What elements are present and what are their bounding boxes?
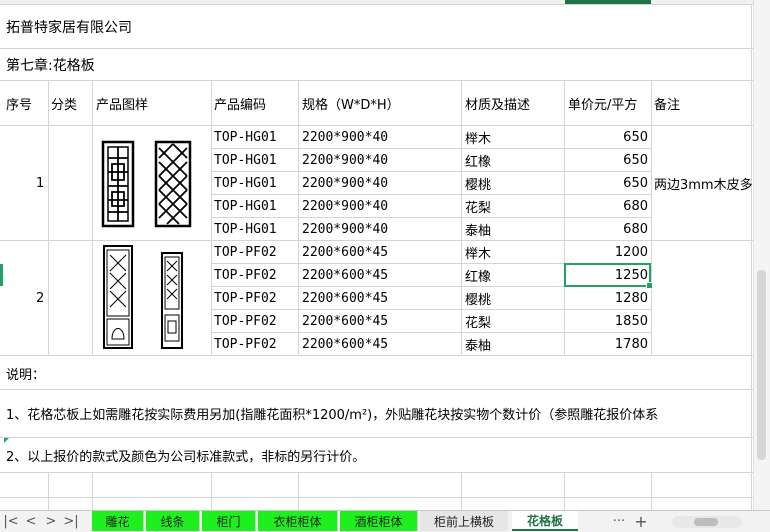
spec-cell[interactable]: 2200*900*40 xyxy=(302,195,388,217)
selected-cell[interactable] xyxy=(564,263,653,289)
code-cell[interactable]: TOP-HG01 xyxy=(214,126,277,148)
code-cell[interactable]: TOP-HG01 xyxy=(214,172,277,194)
spec-cell[interactable]: 2200*600*45 xyxy=(302,333,388,355)
price-cell[interactable]: 680 xyxy=(564,195,648,217)
fill-handle[interactable] xyxy=(646,282,653,289)
notes-title: 说明： xyxy=(6,367,46,383)
header-note: 备注 xyxy=(654,97,681,113)
header-price: 单价元/平方 xyxy=(568,97,638,113)
price-cell[interactable]: 1280 xyxy=(564,287,648,309)
more-sheets-button[interactable]: ··· xyxy=(608,511,630,532)
material-cell[interactable]: 花梨 xyxy=(465,195,491,217)
active-row-marker xyxy=(0,264,3,286)
chevron-left-icon: < xyxy=(25,514,37,529)
vertical-scrollbar[interactable] xyxy=(753,0,770,510)
group-seq-1: 1 xyxy=(36,175,45,191)
last-sheet-icon: >| xyxy=(63,514,79,529)
spec-cell[interactable]: 2200*900*40 xyxy=(302,149,388,171)
first-sheet-icon: |< xyxy=(3,514,19,529)
material-cell[interactable]: 泰柚 xyxy=(465,333,491,355)
code-cell[interactable]: TOP-HG01 xyxy=(214,149,277,171)
spec-cell[interactable]: 2200*600*45 xyxy=(302,310,388,332)
header-seq: 序号 xyxy=(6,97,33,113)
material-cell[interactable]: 红橡 xyxy=(465,264,491,286)
next-sheet-button[interactable]: > xyxy=(40,511,62,532)
header-image: 产品图样 xyxy=(96,97,149,113)
notes-line-1: 1、花格芯板上如需雕花按实际费用另加(指雕花面积*1200/m²)，外贴雕花块按… xyxy=(6,408,659,423)
material-cell[interactable]: 榉木 xyxy=(465,241,491,263)
lattice-panel-image-1 xyxy=(101,140,192,228)
group-note-1: 两边3mm木皮多 xyxy=(654,178,753,193)
header-code: 产品编码 xyxy=(214,97,267,113)
sheet-tab[interactable]: 衣柜柜体 xyxy=(258,511,338,531)
sheet-tab[interactable]: 花格板 xyxy=(512,511,578,531)
company-name: 拓普特家居有限公司 xyxy=(6,20,132,36)
horizontal-scrollbar[interactable] xyxy=(672,516,742,528)
sheet-tab[interactable]: 柜门 xyxy=(202,511,256,531)
sheet-tab-bar: |< < > >| 雕花 线条 柜门 衣柜柜体 酒柜柜体 柜前上横板 花格板 ··· + xyxy=(0,510,770,532)
more-icon: ··· xyxy=(612,514,626,529)
price-cell[interactable]: 1200 xyxy=(564,241,648,263)
price-cell[interactable]: 1850 xyxy=(564,310,648,332)
sheet-tab[interactable]: 柜前上横板 xyxy=(420,511,508,531)
price-cell[interactable]: 680 xyxy=(564,218,648,240)
plus-icon: + xyxy=(634,512,648,531)
spreadsheet-grid[interactable]: 拓普特家居有限公司 第七章:花格板 序号 分类 产品图样 产品编码 规格（W*D… xyxy=(0,0,770,510)
sheet-tab[interactable]: 酒柜柜体 xyxy=(340,511,418,531)
code-cell[interactable]: TOP-PF02 xyxy=(214,241,277,263)
price-cell[interactable]: 650 xyxy=(564,126,648,148)
material-cell[interactable]: 樱桃 xyxy=(465,172,491,194)
material-cell[interactable]: 泰柚 xyxy=(465,218,491,240)
code-cell[interactable]: TOP-HG01 xyxy=(214,195,277,217)
spec-cell[interactable]: 2200*900*40 xyxy=(302,218,388,240)
spec-cell[interactable]: 2200*600*45 xyxy=(302,264,388,286)
code-cell[interactable]: TOP-PF02 xyxy=(214,264,277,286)
group-seq-2: 2 xyxy=(36,290,45,306)
sheet-tab[interactable]: 线条 xyxy=(146,511,200,531)
notes-line-2: 2、以上报价的款式及颜色为公司标准款式，非标的另行计价。 xyxy=(6,449,366,465)
spec-cell[interactable]: 2200*900*40 xyxy=(302,126,388,148)
chapter-title: 第七章:花格板 xyxy=(6,58,95,74)
spec-cell[interactable]: 2200*600*45 xyxy=(302,241,388,263)
add-sheet-button[interactable]: + xyxy=(630,511,652,532)
screen-panel-image-2 xyxy=(103,245,183,349)
last-sheet-button[interactable]: >| xyxy=(60,511,82,532)
header-material: 材质及描述 xyxy=(465,97,531,113)
material-cell[interactable]: 花梨 xyxy=(465,310,491,332)
material-cell[interactable]: 红橡 xyxy=(465,149,491,171)
first-sheet-button[interactable]: |< xyxy=(0,511,22,532)
code-cell[interactable]: TOP-PF02 xyxy=(214,310,277,332)
header-spec: 规格（W*D*H） xyxy=(302,97,400,113)
horizontal-scroll-thumb[interactable] xyxy=(694,518,718,526)
price-cell[interactable]: 1780 xyxy=(564,333,648,355)
material-cell[interactable]: 樱桃 xyxy=(465,287,491,309)
code-cell[interactable]: TOP-PF02 xyxy=(214,333,277,355)
spec-cell[interactable]: 2200*900*40 xyxy=(302,172,388,194)
price-cell[interactable]: 650 xyxy=(564,149,648,171)
price-cell[interactable]: 650 xyxy=(564,172,648,194)
comment-marker xyxy=(4,438,9,443)
prev-sheet-button[interactable]: < xyxy=(20,511,42,532)
sheet-tab[interactable]: 雕花 xyxy=(92,511,144,531)
code-cell[interactable]: TOP-HG01 xyxy=(214,218,277,240)
spec-cell[interactable]: 2200*600*45 xyxy=(302,287,388,309)
vertical-scroll-thumb[interactable] xyxy=(757,270,766,460)
header-category: 分类 xyxy=(51,97,78,113)
chevron-right-icon: > xyxy=(45,514,57,529)
material-cell[interactable]: 榉木 xyxy=(465,126,491,148)
code-cell[interactable]: TOP-PF02 xyxy=(214,287,277,309)
